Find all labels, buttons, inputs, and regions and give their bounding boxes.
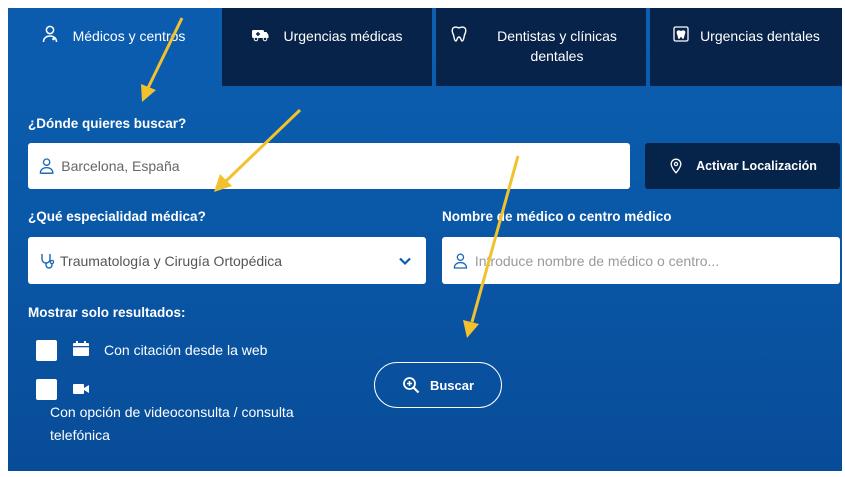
tab-bar: Médicos y centros Urgencias médicas Dent… [8, 8, 842, 88]
tab-label: Urgencias dentales [700, 28, 820, 44]
activate-location-button[interactable]: Activar Localización [645, 143, 840, 189]
location-input[interactable] [28, 143, 630, 189]
doctor-icon [42, 25, 57, 43]
location-label: ¿Dónde quieres buscar? [28, 116, 187, 131]
activate-location-label: Activar Localización [696, 159, 817, 173]
doctor-name-label: Nombre de médico o centro médico [442, 209, 672, 224]
person-icon [453, 253, 468, 269]
tab-doctors-and-centers[interactable]: Médicos y centros [8, 8, 218, 88]
location-field[interactable] [59, 157, 630, 175]
web-appointment-checkbox[interactable] [36, 340, 57, 361]
location-pin-icon [670, 158, 682, 174]
web-appointment-label: Con citación desde la web [104, 342, 268, 358]
specialty-label: ¿Qué especialidad médica? [28, 209, 206, 224]
location-person-icon [39, 158, 54, 174]
dental-emergency-icon [673, 26, 689, 42]
doctor-name-field[interactable] [472, 251, 840, 270]
tab-label: Urgencias médicas [283, 28, 403, 44]
search-button[interactable]: Buscar [374, 362, 502, 408]
search-plus-icon [403, 377, 420, 394]
ambulance-icon [252, 30, 269, 42]
video-consult-label: Con opción de videoconsulta / consulta t… [50, 404, 294, 443]
doctor-name-input[interactable] [442, 237, 840, 284]
specialty-select[interactable]: Traumatología y Cirugía Ortopédica [28, 237, 426, 284]
video-consult-checkbox[interactable] [36, 379, 57, 400]
tab-medical-emergencies[interactable]: Urgencias médicas [222, 8, 432, 86]
calendar-icon [73, 341, 89, 356]
filters-title: Mostrar solo resultados: [28, 305, 186, 320]
search-button-label: Buscar [429, 377, 475, 393]
tab-dental-emergencies[interactable]: Urgencias dentales [650, 8, 842, 86]
tab-dentists-and-clinics[interactable]: Dentistas y clínicas dentales [436, 8, 646, 86]
tab-label: Médicos y centros [72, 28, 186, 44]
tab-label: Dentistas y clínicas dentales [497, 28, 617, 64]
stethoscope-icon [41, 253, 55, 269]
search-panel: Médicos y centros Urgencias médicas Dent… [8, 8, 842, 471]
chevron-down-icon [399, 257, 411, 265]
specialty-value: Traumatología y Cirugía Ortopédica [60, 252, 283, 269]
tooth-icon [451, 26, 467, 42]
video-camera-icon [73, 384, 89, 394]
